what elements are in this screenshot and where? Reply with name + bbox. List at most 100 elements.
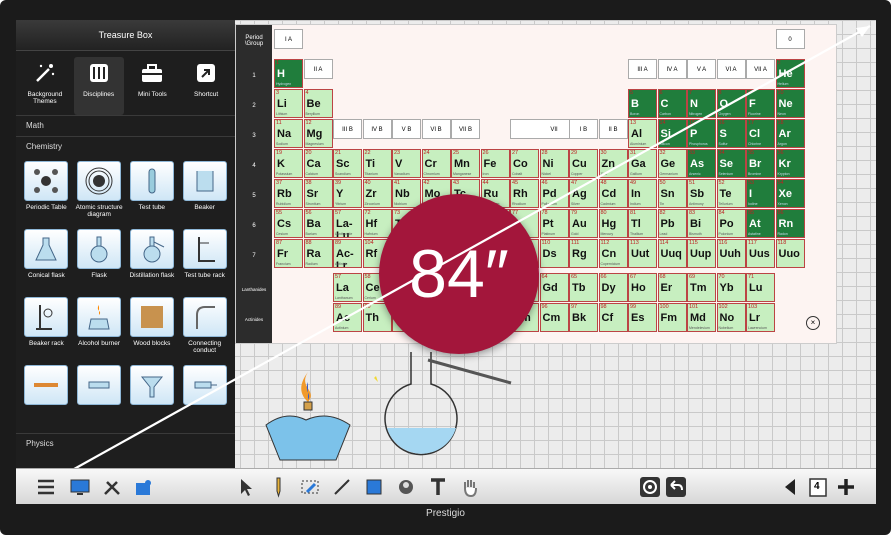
element-li[interactable]: 3 Li Lithium: [274, 89, 303, 118]
element-tb[interactable]: 65 Tb: [569, 273, 598, 302]
element-pt[interactable]: 78 Pt Platinum: [539, 209, 569, 238]
element-la[interactable]: 57 La Lanthanum: [333, 273, 362, 302]
element-at[interactable]: 85 At Astatine: [746, 209, 775, 238]
element-pb[interactable]: 82 Pb Lead: [657, 209, 687, 238]
element-ne[interactable]: 10 Ne Neon: [775, 89, 805, 118]
element-nb[interactable]: 41 Nb Niobium: [392, 179, 421, 208]
element-cn[interactable]: 112 Cn Copernicium: [598, 239, 628, 268]
element-tl[interactable]: 81 Tl Thallium: [628, 209, 657, 238]
element-bk[interactable]: 97 Bk: [569, 303, 598, 332]
element-cl[interactable]: 17 Cl Chlorine: [746, 119, 775, 148]
element-rh[interactable]: 45 Rh Rhodium: [510, 179, 539, 208]
distillation-flask-item[interactable]: Distillation flask: [128, 229, 177, 293]
element-br[interactable]: 35 Br Bromine: [746, 149, 775, 178]
element-fm[interactable]: 100 Fm: [657, 303, 687, 332]
text-button[interactable]: [426, 475, 450, 499]
element-k[interactable]: 19 K Potassium: [274, 149, 303, 178]
element-uuh[interactable]: 116 Uuh: [716, 239, 746, 268]
element-er[interactable]: 68 Er: [657, 273, 687, 302]
element-uuo[interactable]: 118 Uuo: [775, 239, 805, 268]
element-ac[interactable]: 89 Ac Actinium: [333, 303, 362, 332]
chem-item-16[interactable]: [180, 365, 229, 429]
alcohol-burner-item[interactable]: Alcohol burner: [75, 297, 124, 361]
element-te[interactable]: 52 Te Tellurium: [716, 179, 746, 208]
beaker-rack-item[interactable]: Beaker rack: [22, 297, 71, 361]
pan-button[interactable]: [458, 475, 482, 499]
element-as[interactable]: 33 As Arsenic: [687, 149, 716, 178]
element-cf[interactable]: 98 Cf: [598, 303, 628, 332]
element-zn[interactable]: 30 Zn Zinc: [598, 149, 628, 178]
element-yb[interactable]: 70 Yb: [716, 273, 746, 302]
element-ag[interactable]: 47 Ag Silver: [569, 179, 598, 208]
chem-item-15[interactable]: [128, 365, 177, 429]
element-be[interactable]: 4 Be Beryllium: [303, 89, 333, 118]
element-ho[interactable]: 67 Ho: [628, 273, 657, 302]
element-hg[interactable]: 80 Hg Mercury: [598, 209, 628, 238]
element-v[interactable]: 23 V Vanadium: [392, 149, 421, 178]
atomic-structure-item[interactable]: Atomic structure diagram: [75, 161, 124, 225]
add-page-button[interactable]: [834, 475, 858, 499]
element-ba[interactable]: 56 Ba Barium: [303, 209, 333, 238]
fill-button[interactable]: [394, 475, 418, 499]
element-lr[interactable]: 103 Lr Lawrencium: [746, 303, 775, 332]
element-h[interactable]: 1 H Hydrogen: [274, 59, 303, 88]
element-fe[interactable]: 26 Fe Iron: [480, 149, 510, 178]
element-pd[interactable]: 46 Pd Palladium: [539, 179, 569, 208]
element-y[interactable]: 39 Y Yttrium: [333, 179, 362, 208]
element-ga[interactable]: 31 Ga Gallium: [628, 149, 657, 178]
element-ca[interactable]: 20 Ca Calcium: [303, 149, 333, 178]
element-no[interactable]: 102 No Nobelium: [716, 303, 746, 332]
element-ti[interactable]: 22 Ti Titanium: [362, 149, 392, 178]
element-ra[interactable]: 88 Ra Radium: [303, 239, 333, 268]
element-au[interactable]: 79 Au Gold: [569, 209, 598, 238]
line-button[interactable]: [330, 475, 354, 499]
element-zr[interactable]: 40 Zr Zirconium: [362, 179, 392, 208]
element-he[interactable]: 2 He Helium: [775, 59, 805, 88]
element-uup[interactable]: 115 Uup: [687, 239, 716, 268]
element-b[interactable]: 5 B Boron: [628, 89, 657, 118]
element-cu[interactable]: 29 Cu Copper: [569, 149, 598, 178]
element-bi[interactable]: 83 Bi Bismuth: [687, 209, 716, 238]
eraser-button[interactable]: [298, 475, 322, 499]
shape-button[interactable]: [362, 475, 386, 499]
element-n[interactable]: 7 N Nitrogen: [687, 89, 716, 118]
element-cs[interactable]: 55 Cs Cesium: [274, 209, 303, 238]
element-mn[interactable]: 25 Mn Manganese: [451, 149, 480, 178]
element-cm[interactable]: 96 Cm: [539, 303, 569, 332]
wood-blocks-item[interactable]: Wood blocks: [128, 297, 177, 361]
pen-button[interactable]: [266, 475, 290, 499]
element-i[interactable]: 53 I Iodine: [746, 179, 775, 208]
mini-tools-button[interactable]: Mini Tools: [127, 57, 177, 115]
element-rn[interactable]: 86 Rn Radon: [775, 209, 805, 238]
element-ni[interactable]: 28 Ni Nickel: [539, 149, 569, 178]
chem-item-14[interactable]: [75, 365, 124, 429]
menu-button[interactable]: [34, 475, 58, 499]
conical-flask-item[interactable]: Conical flask: [22, 229, 71, 293]
element-se[interactable]: 34 Se Selenium: [716, 149, 746, 178]
section-physics[interactable]: Physics: [16, 433, 235, 454]
element-o[interactable]: 8 O Oxygen: [716, 89, 746, 118]
element-tm[interactable]: 69 Tm: [687, 273, 716, 302]
test-tube-item[interactable]: Test tube: [128, 161, 177, 225]
element-fr[interactable]: 87 Fr Francium: [274, 239, 303, 268]
close-icon[interactable]: ×: [806, 316, 820, 330]
element-al[interactable]: 13 Al Aluminium: [628, 119, 657, 148]
element-kr[interactable]: 36 Kr Krypton: [775, 149, 805, 178]
chem-item-13[interactable]: [22, 365, 71, 429]
element-rg[interactable]: 111 Rg: [569, 239, 598, 268]
test-tube-rack-item[interactable]: Test tube rack: [180, 229, 229, 293]
element-s[interactable]: 16 S Sulfur: [716, 119, 746, 148]
disciplines-button[interactable]: Disciplines: [73, 57, 124, 115]
beaker-item[interactable]: Beaker: [180, 161, 229, 225]
periodic-table[interactable]: Period \Group 1 2 3 4 5 6 7 Lanthanides …: [235, 24, 837, 344]
periodic-table-item[interactable]: Periodic Table: [22, 161, 71, 225]
undo-button[interactable]: [664, 475, 688, 499]
background-themes-button[interactable]: Background Themes: [20, 57, 70, 115]
element-uus[interactable]: 117 Uus: [746, 239, 775, 268]
element-es[interactable]: 99 Es: [628, 303, 657, 332]
element-la-lu[interactable]: 57 La-Lu Lanthanide: [333, 209, 362, 238]
element-in[interactable]: 49 In Indium: [628, 179, 657, 208]
shortcut-button[interactable]: Shortcut: [181, 57, 231, 115]
element-cr[interactable]: 24 Cr Chromium: [421, 149, 451, 178]
element-uuq[interactable]: 114 Uuq: [657, 239, 687, 268]
